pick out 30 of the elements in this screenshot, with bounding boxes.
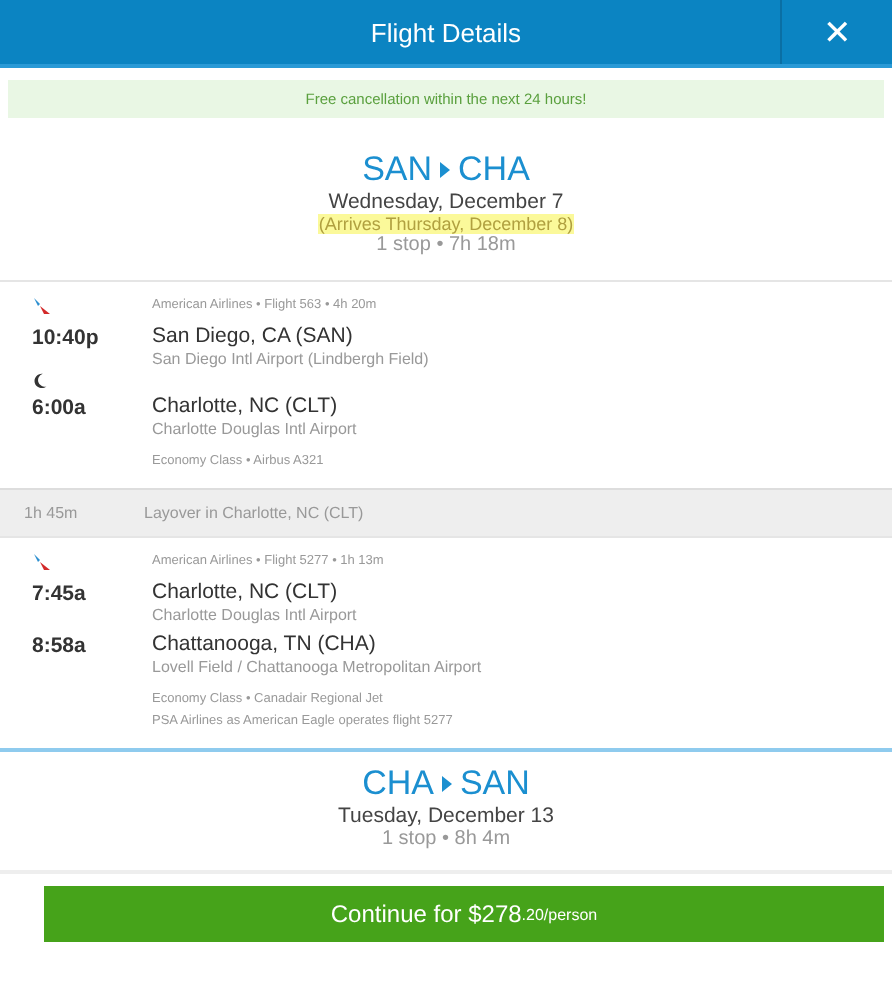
route-origin: SAN [362,150,433,190]
trip-summary: 1 stop • 8h 4m [381,828,511,850]
departure-airport: Charlotte Douglas Intl Airport [152,606,359,624]
departure-time: 7:45a [32,580,88,606]
arrival-city: Chattanooga, TN (CHA) [152,632,378,656]
window-title: Flight Details [368,17,524,47]
arrival-note: (Arrives Thursday, December 8) [318,214,574,234]
route-origin: CHA [362,764,434,804]
arrow-icon [440,162,451,178]
departure-city: Charlotte, NC (CLT) [152,580,340,604]
departure-time: 10:40p [32,324,101,350]
arrival-airport: Charlotte Douglas Intl Airport [152,420,359,438]
arrival-airport: Lovell Field / Chattanooga Metropolitan Airport [152,658,484,676]
trip-summary: 1 stop • 7h 18m [376,234,516,256]
arrival-time: 6:00a [32,394,88,420]
layover-duration: 1h 45m [24,504,80,522]
layover-text: Layover in Charlotte, NC (CLT) [144,504,366,522]
arrival-time: 8:58a [32,632,88,658]
continue-button[interactable]: Continue for $278.20/person [44,886,884,942]
arrow-icon [441,776,452,792]
departure-city: San Diego, CA (SAN) [152,324,355,348]
departure-airport: San Diego Intl Airport (Lindbergh Field) [152,350,431,368]
travel-date: Tuesday, December 13 [338,804,554,828]
route-destination: SAN [459,764,530,804]
airline-logo-icon [32,554,52,572]
close-button[interactable]: ✕ [780,0,892,64]
route-destination: CHA [458,150,530,190]
airline-logo-icon [32,298,52,316]
arrival-city: Charlotte, NC (CLT) [152,394,340,418]
travel-date: Wednesday, December 7 [328,190,564,214]
